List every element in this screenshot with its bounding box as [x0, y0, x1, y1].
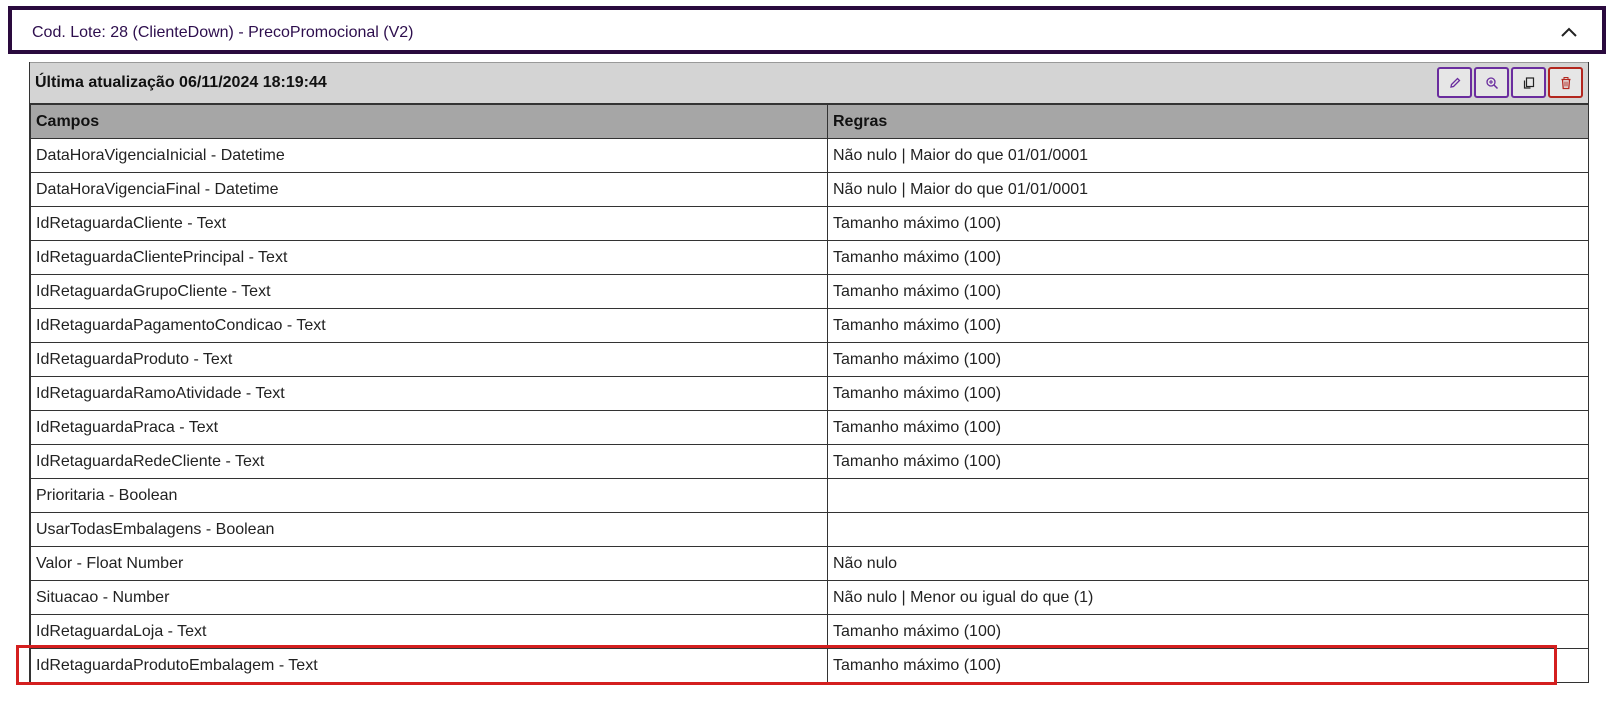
- table-header-row: Campos Regras: [30, 104, 1589, 139]
- campo-cell: Prioritaria - Boolean: [30, 478, 828, 513]
- table-row: DataHoraVigenciaInicial - Datetime Não n…: [30, 138, 1589, 173]
- column-header-campos: Campos: [30, 104, 828, 139]
- accordion-title: Cod. Lote: 28 (ClienteDown) - PrecoPromo…: [32, 24, 414, 41]
- edit-button[interactable]: [1437, 67, 1472, 98]
- last-update-label: Última atualização 06/11/2024 18:19:44: [35, 74, 327, 91]
- copy-icon: [1523, 76, 1534, 89]
- regra-cell: [827, 512, 1589, 547]
- trash-icon: [1561, 76, 1570, 89]
- campo-cell: IdRetaguardaPraca - Text: [30, 410, 828, 445]
- fields-table: Campos Regras DataHoraVigenciaInicial - …: [30, 104, 1589, 683]
- regra-cell: Tamanho máximo (100): [827, 376, 1589, 411]
- regra-cell: [827, 478, 1589, 513]
- campo-cell: IdRetaguardaProdutoEmbalagem - Text: [30, 648, 828, 683]
- table-row-highlighted: IdRetaguardaProdutoEmbalagem - Text Tama…: [30, 648, 1589, 683]
- campo-cell: DataHoraVigenciaInicial - Datetime: [30, 138, 828, 173]
- table-row: Valor - Float Number Não nulo: [30, 546, 1589, 581]
- regra-cell: Não nulo | Maior do que 01/01/0001: [827, 172, 1589, 207]
- accordion-header[interactable]: Cod. Lote: 28 (ClienteDown) - PrecoPromo…: [8, 6, 1606, 54]
- campo-cell: IdRetaguardaProduto - Text: [30, 342, 828, 377]
- regra-cell: Tamanho máximo (100): [827, 308, 1589, 343]
- table-row: DataHoraVigenciaFinal - Datetime Não nul…: [30, 172, 1589, 207]
- regra-cell: Tamanho máximo (100): [827, 342, 1589, 377]
- regra-cell: Tamanho máximo (100): [827, 206, 1589, 241]
- table-row: IdRetaguardaClientePrincipal - Text Tama…: [30, 240, 1589, 275]
- campo-cell: IdRetaguardaClientePrincipal - Text: [30, 240, 828, 275]
- table-row: Situacao - Number Não nulo | Menor ou ig…: [30, 580, 1589, 615]
- table-row: IdRetaguardaPagamentoCondicao - Text Tam…: [30, 308, 1589, 343]
- table-row: IdRetaguardaGrupoCliente - Text Tamanho …: [30, 274, 1589, 309]
- table-row: IdRetaguardaRamoAtividade - Text Tamanho…: [30, 376, 1589, 411]
- campo-cell: Valor - Float Number: [30, 546, 828, 581]
- regra-cell: Não nulo | Menor ou igual do que (1): [827, 580, 1589, 615]
- campo-cell: DataHoraVigenciaFinal - Datetime: [30, 172, 828, 207]
- campo-cell: UsarTodasEmbalagens - Boolean: [30, 512, 828, 547]
- campo-cell: Situacao - Number: [30, 580, 828, 615]
- pencil-icon: [1449, 77, 1460, 88]
- campo-cell: IdRetaguardaLoja - Text: [30, 614, 828, 649]
- chevron-up-icon[interactable]: [1560, 25, 1578, 39]
- table-row: Prioritaria - Boolean: [30, 478, 1589, 513]
- regra-cell: Tamanho máximo (100): [827, 444, 1589, 479]
- regra-cell: Tamanho máximo (100): [827, 614, 1589, 649]
- campo-cell: IdRetaguardaRedeCliente - Text: [30, 444, 828, 479]
- table-row: IdRetaguardaPraca - Text Tamanho máximo …: [30, 410, 1589, 445]
- zoom-in-icon: [1485, 76, 1498, 89]
- campo-cell: IdRetaguardaRamoAtividade - Text: [30, 376, 828, 411]
- batch-panel: Última atualização 06/11/2024 18:19:44 C…: [29, 62, 1589, 683]
- regra-cell: Tamanho máximo (100): [827, 410, 1589, 445]
- column-header-regras: Regras: [827, 104, 1589, 139]
- delete-button[interactable]: [1548, 67, 1583, 98]
- action-toolbar: [1437, 67, 1583, 98]
- table-row: IdRetaguardaRedeCliente - Text Tamanho m…: [30, 444, 1589, 479]
- regra-cell: Tamanho máximo (100): [827, 274, 1589, 309]
- table-row: IdRetaguardaLoja - Text Tamanho máximo (…: [30, 614, 1589, 649]
- table-row: UsarTodasEmbalagens - Boolean: [30, 512, 1589, 547]
- regra-cell: Não nulo | Maior do que 01/01/0001: [827, 138, 1589, 173]
- table-row: IdRetaguardaProduto - Text Tamanho máxim…: [30, 342, 1589, 377]
- campo-cell: IdRetaguardaGrupoCliente - Text: [30, 274, 828, 309]
- zoom-button[interactable]: [1474, 67, 1509, 98]
- regra-cell: Tamanho máximo (100): [827, 240, 1589, 275]
- table-row: IdRetaguardaCliente - Text Tamanho máxim…: [30, 206, 1589, 241]
- copy-button[interactable]: [1511, 67, 1546, 98]
- campo-cell: IdRetaguardaPagamentoCondicao - Text: [30, 308, 828, 343]
- regra-cell: Não nulo: [827, 546, 1589, 581]
- campo-cell: IdRetaguardaCliente - Text: [30, 206, 828, 241]
- panel-header: Última atualização 06/11/2024 18:19:44: [30, 62, 1588, 104]
- regra-cell: Tamanho máximo (100): [827, 648, 1589, 683]
